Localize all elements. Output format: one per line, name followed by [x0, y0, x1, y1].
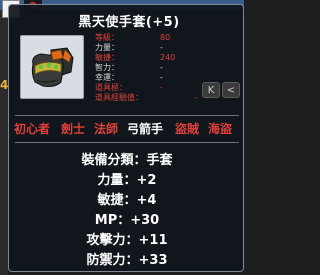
requirement-level: 等級： 80 — [95, 33, 171, 42]
stat-category: 裝備分類：手套 — [81, 153, 173, 168]
job-warrior: 劍士 — [61, 122, 86, 136]
item-icon-frame — [20, 35, 84, 99]
requirement-dex: 敏捷： 240 — [95, 53, 176, 62]
prev-page-button[interactable]: K — [202, 82, 220, 98]
stat-attack: 攻擊力：+11 — [86, 233, 168, 248]
stat-mp: MP：+30 — [94, 213, 160, 228]
item-title: 黑天使手套(+5) — [78, 15, 180, 30]
item-stats: 裝備分類：手套 力量：+2 敏捷：+4 MP：+30 攻擊力：+11 防禦力：+… — [9, 151, 245, 271]
job-thief: 盜賊 — [175, 122, 200, 136]
divider — [15, 142, 239, 143]
background-window-edge — [0, 10, 8, 275]
job-bowman: 弓箭手 — [127, 122, 164, 136]
item-tooltip: 黑天使手套(+5) 等級： 80 力量： - 敏捷： 240 智力： - 幸運：… — [8, 4, 244, 272]
stat-defense: 防禦力：+33 — [86, 253, 168, 268]
job-magician: 法師 — [94, 122, 119, 136]
job-pirate: 海盜 — [208, 122, 233, 136]
job-beginner: 初心者 — [14, 122, 51, 136]
glove-icon — [31, 47, 74, 87]
next-page-button[interactable]: < — [222, 82, 240, 98]
requirement-int: 智力： - — [95, 63, 163, 72]
requirement-str: 力量： - — [95, 43, 163, 52]
stat-str: 力量：+2 — [97, 173, 157, 188]
job-list: 初心者 劍士 法師 弓箭手 盜賊 海盜 — [9, 121, 245, 137]
divider — [15, 115, 239, 116]
background-nav-buttons: K < — [200, 82, 244, 98]
stat-dex: 敏捷：+4 — [97, 193, 157, 208]
